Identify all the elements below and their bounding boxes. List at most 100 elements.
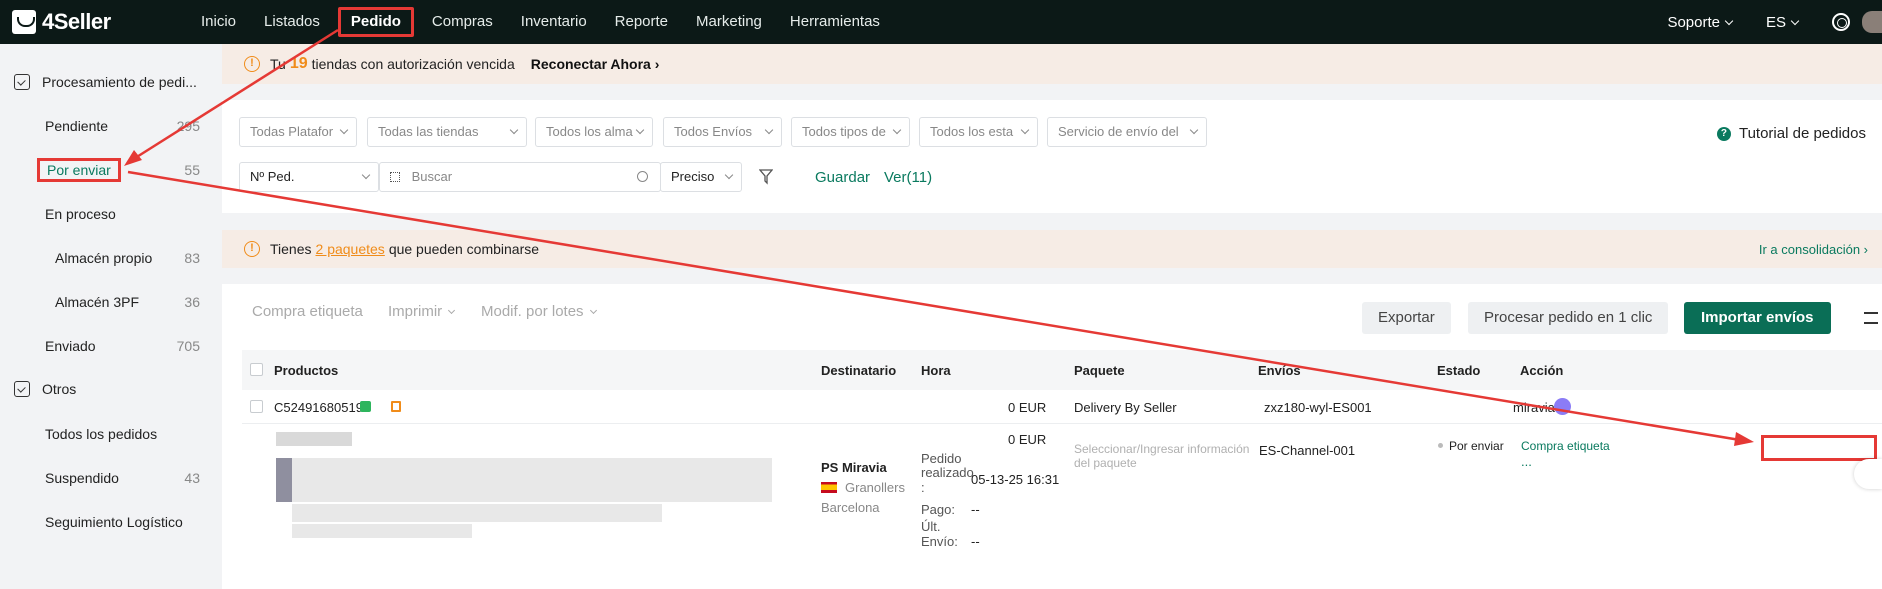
sidebar-group-label: Otros xyxy=(42,381,77,397)
time-placed-value: 05-13-25 16:31 xyxy=(971,472,1060,487)
shipping-select[interactable]: Todos Envíos xyxy=(663,117,782,147)
platform-select[interactable]: Todas Platafor xyxy=(239,117,357,147)
shipping-select[interactable]: zxz180-wyl-ES001 xyxy=(1264,400,1372,415)
banner-text: que pueden combinarse xyxy=(388,241,540,257)
recipient-region: Barcelona xyxy=(821,500,880,515)
app-logo[interactable]: 4Seller xyxy=(12,9,182,35)
combine-packages-banner: ! Tienes 2 paquetes que pueden combinars… xyxy=(222,230,1882,268)
save-filter-button[interactable]: Guardar xyxy=(815,169,870,186)
language-menu[interactable]: ES xyxy=(1765,13,1800,31)
process-one-click-button[interactable]: Procesar pedido en 1 clic xyxy=(1468,302,1669,334)
select-all-checkbox[interactable] xyxy=(250,363,263,376)
banner-prefix: Tu xyxy=(270,56,286,72)
nav-inventario[interactable]: Inventario xyxy=(507,7,601,37)
sidebar-item-por-enviar[interactable]: Por enviar xyxy=(37,158,121,182)
nav-reporte[interactable]: Reporte xyxy=(601,7,682,37)
miravia-icon xyxy=(1554,398,1571,415)
nav-listados[interactable]: Listados xyxy=(250,7,334,37)
sidebar-item-suspendido[interactable]: Suspendido xyxy=(45,470,119,486)
sidebar-count-almacen-3pf: 36 xyxy=(184,294,200,310)
select-value: Preciso xyxy=(671,169,715,184)
export-button[interactable]: Exportar xyxy=(1362,302,1451,334)
table-row-detail: 0 EUR PS Miravia Granollers Barcelona Pe… xyxy=(242,424,1882,589)
chevron-down-icon xyxy=(1724,16,1734,25)
search-input[interactable]: Buscar xyxy=(379,162,661,192)
message-icon[interactable] xyxy=(360,401,371,412)
consolidation-link[interactable]: Ir a consolidación › xyxy=(1759,242,1868,257)
nav-herramientas[interactable]: Herramientas xyxy=(776,7,894,37)
col-accion: Acción xyxy=(1520,363,1564,378)
language-label: ES xyxy=(1765,13,1786,31)
package-hint[interactable]: del paquete xyxy=(1074,456,1137,470)
type-select[interactable]: Todos tipos de xyxy=(791,117,910,147)
sidebar-item-todos-pedidos[interactable]: Todos los pedidos xyxy=(45,426,157,442)
sidebar-count-por-enviar: 55 xyxy=(184,162,200,178)
top-nav-bar: 4Seller Inicio Listados Pedido Compras I… xyxy=(0,0,1882,44)
sidebar-item-pendiente[interactable]: Pendiente xyxy=(45,118,108,134)
match-mode-select[interactable]: Preciso xyxy=(660,162,742,192)
consolidation-label: Ir a consolidación xyxy=(1758,241,1861,257)
import-shipments-button[interactable]: Importar envíos xyxy=(1684,302,1831,334)
reconnect-link[interactable]: Reconectar Ahora › xyxy=(531,56,660,72)
filter-icon[interactable] xyxy=(759,169,773,185)
time-paid-label: Pago: xyxy=(921,502,955,517)
chevron-down-icon xyxy=(724,170,734,180)
buy-label-action[interactable]: Compra etiqueta xyxy=(1521,439,1615,453)
row-checkbox[interactable] xyxy=(250,400,263,413)
order-amount: 0 EUR xyxy=(1008,400,1047,415)
nav-pedido[interactable]: Pedido xyxy=(337,7,414,37)
saved-views-button[interactable]: Ver(11) xyxy=(884,169,932,186)
time-placed-colon: : xyxy=(921,480,925,495)
scan-icon[interactable] xyxy=(390,172,400,182)
buy-label-button[interactable]: Compra etiqueta xyxy=(252,303,363,320)
nav-marketing[interactable]: Marketing xyxy=(682,7,776,37)
support-menu[interactable]: Soporte xyxy=(1667,14,1734,31)
column-settings-icon[interactable] xyxy=(1864,312,1878,324)
side-tool-button[interactable] xyxy=(1854,459,1882,489)
store-select[interactable]: Todas las tiendas xyxy=(367,117,527,147)
blurred-product-title xyxy=(292,458,772,502)
package-type: Delivery By Seller xyxy=(1074,400,1177,415)
orders-panel: Compra etiqueta Imprimir Modif. por lote… xyxy=(222,284,1882,589)
search-icon[interactable] xyxy=(637,171,648,182)
time-paid-value: -- xyxy=(971,502,980,517)
select-value: Todas Platafor xyxy=(250,124,334,139)
package-hint[interactable]: Seleccionar/Ingresar información xyxy=(1074,442,1249,456)
batch-edit-menu[interactable]: Modif. por lotes xyxy=(481,303,597,320)
nav-compras[interactable]: Compras xyxy=(418,7,507,37)
shipping-service-select[interactable]: Servicio de envío del xyxy=(1047,117,1207,147)
chevron-down-icon xyxy=(1790,16,1800,25)
more-actions[interactable]: ... xyxy=(1521,454,1532,469)
avatar[interactable] xyxy=(1862,11,1882,33)
bag-logo-icon xyxy=(12,10,36,34)
col-hora: Hora xyxy=(921,363,951,378)
recipient-city-label: Granollers xyxy=(845,480,905,495)
expired-auth-banner: ! Tu 19 tiendas con autorización vencida… xyxy=(222,44,1882,84)
warning-icon: ! xyxy=(244,241,260,257)
item-amount: 0 EUR xyxy=(1008,432,1047,447)
nav-inicio[interactable]: Inicio xyxy=(187,7,250,37)
banner-prefix: Tienes xyxy=(270,241,312,257)
sidebar-group-processing[interactable]: Procesamiento de pedi... xyxy=(14,74,197,90)
sidebar-item-seguimiento[interactable]: Seguimiento Logístico xyxy=(45,514,183,530)
chevron-down-icon xyxy=(589,306,597,315)
sidebar-item-almacen-propio[interactable]: Almacén propio xyxy=(55,250,152,266)
sidebar-item-almacen-3pf[interactable]: Almacén 3PF xyxy=(55,294,139,310)
table-header: Productos Destinatario Hora Paquete Enví… xyxy=(242,350,1882,390)
order-field-select[interactable]: Nº Ped. xyxy=(239,162,379,192)
tutorial-link[interactable]: ? Tutorial de pedidos xyxy=(1716,125,1866,142)
recipient-city: Granollers xyxy=(821,480,905,495)
logo-text: 4Seller xyxy=(42,9,111,34)
gear-icon[interactable] xyxy=(1832,13,1850,31)
packages-link[interactable]: 2 paquetes xyxy=(316,241,385,257)
col-productos: Productos xyxy=(274,363,339,378)
bookmark-icon[interactable] xyxy=(391,401,401,412)
sidebar-item-enviado[interactable]: Enviado xyxy=(45,338,96,354)
sidebar-group-otros[interactable]: Otros xyxy=(14,381,76,397)
order-id[interactable]: C52491680519 xyxy=(274,400,363,415)
status-select[interactable]: Todos los esta xyxy=(919,117,1038,147)
clipboard-check-icon xyxy=(14,381,30,397)
warehouse-select[interactable]: Todos los alma xyxy=(535,117,653,147)
print-menu[interactable]: Imprimir xyxy=(388,303,456,320)
sidebar-item-en-proceso[interactable]: En proceso xyxy=(45,206,116,222)
